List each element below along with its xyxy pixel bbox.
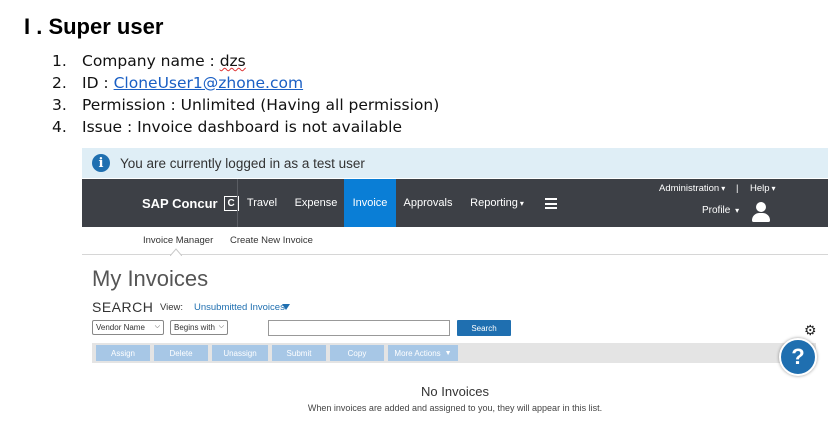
concur-app: i You are currently logged in as a test … — [82, 148, 828, 438]
nav-travel[interactable]: Travel — [238, 179, 286, 227]
search-field-select[interactable]: Vendor Name ⌵ — [92, 320, 164, 335]
caret-down-icon: ▼ — [444, 349, 452, 357]
list-number: 3. — [52, 96, 67, 114]
user-id-link[interactable]: CloneUser1@zhone.com — [114, 72, 304, 94]
empty-state-description: When invoices are added and assigned to … — [307, 403, 603, 413]
banner-text: You are currently logged in as a test us… — [120, 155, 365, 171]
chevron-down-icon: ⌵ — [218, 323, 224, 330]
test-user-banner: i You are currently logged in as a test … — [82, 148, 828, 178]
nav-invoice[interactable]: Invoice — [344, 179, 396, 227]
nav-label: Approvals — [403, 197, 453, 209]
search-heading: SEARCH — [92, 299, 154, 315]
list-number: 4. — [52, 118, 67, 136]
administration-menu[interactable]: Administration ▾ — [659, 183, 725, 194]
document-list: 1. Company name : dzs 2. ID : CloneUser1… — [52, 50, 439, 138]
more-actions-label: More Actions — [394, 348, 441, 358]
help-menu[interactable]: Help ▾ — [750, 183, 776, 194]
chevron-down-icon: ▾ — [721, 184, 726, 193]
view-selector[interactable]: Unsubmitted Invoices — [194, 302, 285, 313]
help-button[interactable]: ? — [779, 338, 817, 376]
nav-approvals[interactable]: Approvals — [398, 179, 458, 227]
top-navbar: SAP Concur C Travel Expense Invoice Appr… — [82, 179, 828, 227]
list-label: Company name : — [82, 52, 220, 70]
gear-icon[interactable]: ⚙ — [804, 323, 817, 337]
menu-icon[interactable] — [545, 198, 557, 212]
submit-button[interactable]: Submit — [272, 345, 326, 361]
avatar[interactable] — [752, 202, 770, 222]
list-item: 2. ID : CloneUser1@zhone.com — [52, 72, 439, 94]
view-label: View: — [160, 302, 184, 313]
brand-logo[interactable]: SAP Concur C — [142, 179, 239, 227]
more-actions-button[interactable]: More Actions ▼ — [388, 345, 458, 361]
search-input[interactable] — [268, 320, 450, 336]
search-button[interactable]: Search — [457, 320, 511, 336]
nav-expense[interactable]: Expense — [288, 179, 344, 227]
list-label: Issue : Invoice dashboard is not availab… — [82, 118, 403, 136]
copy-button[interactable]: Copy — [330, 345, 384, 361]
subnav: Invoice Manager Create New Invoice — [82, 227, 828, 255]
profile-menu[interactable]: Profile ▾ — [702, 205, 739, 216]
chevron-down-icon: ⌵ — [154, 323, 160, 330]
list-label: ID : — [82, 74, 114, 92]
profile-label: Profile — [702, 205, 731, 216]
list-number: 1. — [52, 52, 67, 70]
select-value: Vendor Name — [96, 323, 145, 332]
active-tab-indicator — [170, 248, 182, 256]
empty-state-title: No Invoices — [421, 384, 489, 399]
unassign-button[interactable]: Unassign — [212, 345, 268, 361]
util-separator: | — [736, 183, 739, 194]
chevron-down-icon: ▾ — [735, 206, 740, 215]
page-title: My Invoices — [92, 266, 209, 291]
chevron-down-icon: ▾ — [519, 198, 524, 208]
nav-label: Travel — [246, 197, 278, 209]
nav-label: Reporting — [470, 197, 518, 209]
chevron-down-icon: ▾ — [771, 184, 776, 193]
list-item: 4. Issue : Invoice dashboard is not avai… — [52, 116, 439, 138]
subnav-invoice-manager[interactable]: Invoice Manager — [143, 235, 213, 246]
delete-button[interactable]: Delete — [154, 345, 208, 361]
subnav-create-new-invoice[interactable]: Create New Invoice — [230, 235, 313, 246]
nav-reporting[interactable]: Reporting ▾ — [464, 179, 530, 227]
caret-down-icon[interactable] — [282, 304, 290, 310]
brand-name: SAP Concur — [142, 195, 218, 211]
help-label: Help — [750, 183, 770, 194]
nav-label: Expense — [294, 197, 338, 209]
select-value: Begins with — [174, 323, 215, 332]
nav-label: Invoice — [352, 197, 388, 209]
company-name-value: dzs — [219, 52, 246, 70]
list-item: 3. Permission : Unlimited (Having all pe… — [52, 94, 439, 116]
list-label: Permission : Unlimited (Having all permi… — [82, 96, 440, 114]
search-operator-select[interactable]: Begins with ⌵ — [170, 320, 228, 335]
administration-label: Administration — [659, 183, 720, 194]
action-toolbar: Assign Delete Unassign Submit Copy More … — [92, 343, 816, 363]
assign-button[interactable]: Assign — [96, 345, 150, 361]
list-number: 2. — [52, 74, 67, 92]
info-icon: i — [92, 154, 110, 172]
document-heading: I . Super user — [24, 14, 164, 39]
list-item: 1. Company name : dzs — [52, 50, 439, 72]
